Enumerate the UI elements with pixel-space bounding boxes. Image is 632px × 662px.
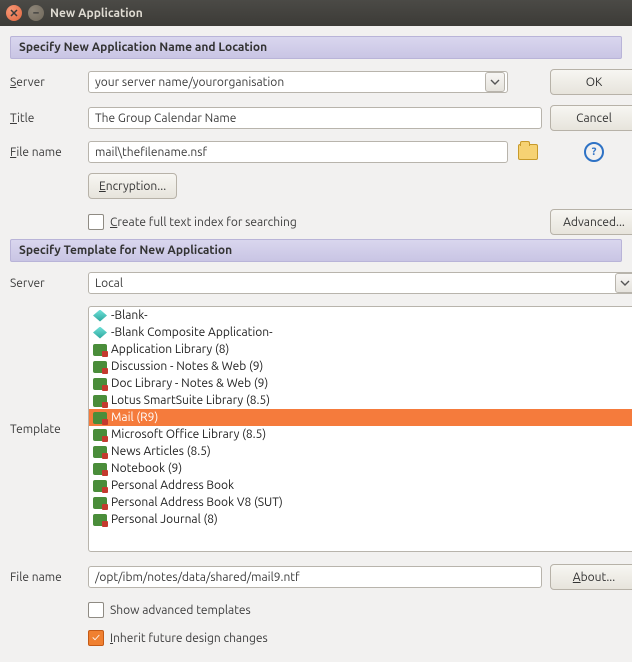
- template-server-combo[interactable]: Local: [88, 272, 632, 294]
- titlebar: ✕ – New Application: [0, 0, 632, 26]
- chevron-down-icon[interactable]: [615, 273, 632, 293]
- label-template: Template: [10, 423, 80, 436]
- template-item[interactable]: Personal Address Book V8 (SUT): [89, 494, 632, 511]
- server-value: your server name/yourorganisation: [95, 76, 284, 89]
- template-item[interactable]: Doc Library - Notes & Web (9): [89, 375, 632, 392]
- filename-input[interactable]: [88, 141, 508, 163]
- server-combo[interactable]: your server name/yourorganisation: [88, 71, 508, 93]
- title-input[interactable]: [88, 107, 542, 129]
- template-item[interactable]: Mail (R9): [89, 409, 632, 426]
- app-template-icon: [93, 429, 107, 441]
- app-template-icon: [93, 412, 107, 424]
- app-template-icon: [93, 480, 107, 492]
- template-item-label: -Blank-: [111, 309, 148, 322]
- template-item[interactable]: -Blank Composite Application-: [89, 324, 632, 341]
- about-button[interactable]: About...: [550, 564, 632, 590]
- template-filename-input[interactable]: [88, 566, 542, 588]
- window-close-button[interactable]: ✕: [6, 5, 22, 21]
- template-item-label: Personal Address Book: [111, 479, 234, 492]
- section-header-template: Specify Template for New Application: [10, 239, 622, 262]
- template-item[interactable]: Discussion - Notes & Web (9): [89, 358, 632, 375]
- template-item-label: Mail (R9): [111, 411, 158, 424]
- app-template-icon: [93, 361, 107, 373]
- show-advanced-checkbox[interactable]: [88, 602, 104, 618]
- template-item[interactable]: Lotus SmartSuite Library (8.5): [89, 392, 632, 409]
- encryption-button[interactable]: Encryption...: [88, 173, 177, 199]
- inherit-label: Inherit future design changes: [110, 632, 268, 645]
- help-button[interactable]: ?: [550, 142, 632, 162]
- section-header-app: Specify New Application Name and Locatio…: [10, 36, 622, 59]
- template-item[interactable]: Notebook (9): [89, 460, 632, 477]
- cancel-button[interactable]: Cancel: [550, 105, 632, 131]
- browse-folder-button[interactable]: [516, 141, 540, 163]
- template-item-label: Lotus SmartSuite Library (8.5): [111, 394, 270, 407]
- template-item[interactable]: News Articles (8.5): [89, 443, 632, 460]
- app-template-icon: [93, 446, 107, 458]
- template-server-value: Local: [95, 277, 123, 290]
- template-item[interactable]: Microsoft Office Library (8.5): [89, 426, 632, 443]
- template-item-label: Personal Address Book V8 (SUT): [111, 496, 283, 509]
- chevron-down-icon[interactable]: [485, 72, 505, 92]
- template-item[interactable]: Application Library (8): [89, 341, 632, 358]
- label-template-filename: File name: [10, 571, 80, 584]
- fulltext-label: Create full text index for searching: [110, 216, 297, 229]
- advanced-button[interactable]: Advanced...: [550, 209, 632, 235]
- template-item-label: Microsoft Office Library (8.5): [111, 428, 266, 441]
- app-template-icon: [93, 378, 107, 390]
- app-template-icon: [93, 344, 107, 356]
- app-template-icon: [93, 497, 107, 509]
- blank-template-icon: [93, 310, 107, 322]
- label-filename: File name: [10, 146, 80, 159]
- help-icon: ?: [584, 142, 604, 162]
- blank-template-icon: [93, 327, 107, 339]
- window-minimize-button[interactable]: –: [28, 5, 44, 21]
- app-template-icon: [93, 514, 107, 526]
- template-item-label: News Articles (8.5): [111, 445, 211, 458]
- folder-icon: [518, 144, 538, 160]
- show-advanced-label: Show advanced templates: [110, 604, 251, 617]
- window-title: New Application: [50, 7, 143, 20]
- app-template-icon: [93, 463, 107, 475]
- template-list[interactable]: -Blank- -Blank Composite Application- Appl…: [88, 306, 632, 552]
- label-server: Server: [10, 76, 80, 89]
- template-item[interactable]: Personal Journal (8): [89, 511, 632, 528]
- template-item[interactable]: -Blank-: [89, 307, 632, 324]
- label-title: Title: [10, 112, 80, 125]
- template-item-label: Doc Library - Notes & Web (9): [111, 377, 268, 390]
- template-item-label: Discussion - Notes & Web (9): [111, 360, 263, 373]
- label-template-server: Server: [10, 277, 80, 290]
- inherit-checkbox[interactable]: [88, 630, 104, 646]
- template-item-label: Application Library (8): [111, 343, 229, 356]
- template-item-label: -Blank Composite Application-: [111, 326, 273, 339]
- template-item-label: Notebook (9): [111, 462, 182, 475]
- template-item-label: Personal Journal (8): [111, 513, 218, 526]
- ok-button[interactable]: OK: [550, 69, 632, 95]
- fulltext-checkbox[interactable]: [88, 214, 104, 230]
- app-template-icon: [93, 395, 107, 407]
- template-item[interactable]: Personal Address Book: [89, 477, 632, 494]
